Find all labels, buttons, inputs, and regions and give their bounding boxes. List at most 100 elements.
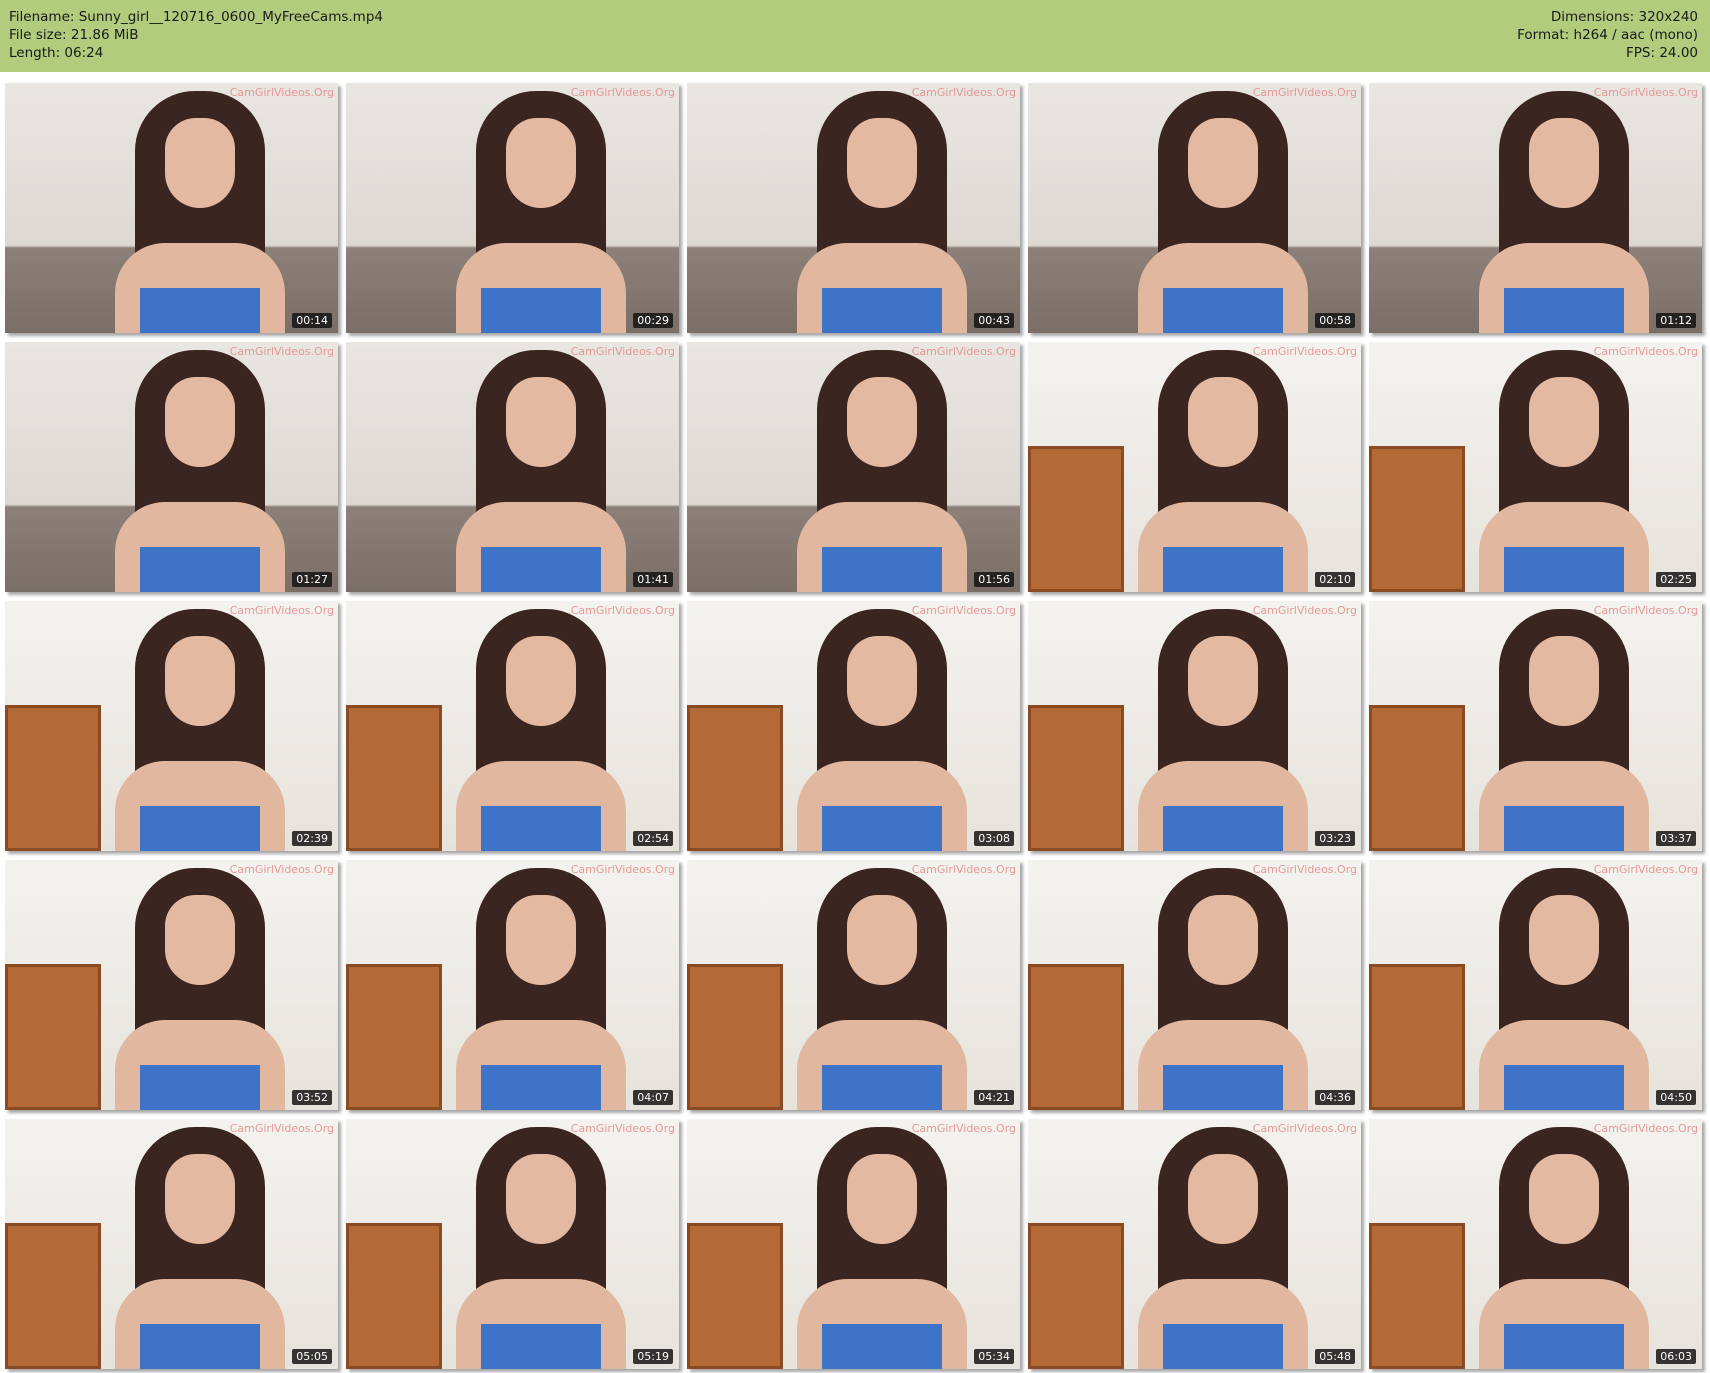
top-graphic — [822, 288, 942, 333]
timestamp-badge: 04:07 — [633, 1090, 673, 1105]
face-graphic — [1529, 377, 1599, 467]
face-graphic — [847, 377, 917, 467]
video-thumbnail[interactable]: CamGirlVideos.Org 02:10 — [1028, 342, 1361, 592]
face-graphic — [165, 118, 235, 208]
watermark: CamGirlVideos.Org — [570, 863, 675, 876]
watermark: CamGirlVideos.Org — [911, 86, 1016, 99]
video-thumbnail[interactable]: CamGirlVideos.Org 02:39 — [5, 601, 338, 851]
top-graphic — [1163, 288, 1283, 333]
face-graphic — [1188, 118, 1258, 208]
face-graphic — [506, 636, 576, 726]
video-thumbnail[interactable]: CamGirlVideos.Org 05:05 — [5, 1119, 338, 1369]
top-graphic — [1163, 806, 1283, 851]
video-thumbnail[interactable]: CamGirlVideos.Org 01:27 — [5, 342, 338, 592]
door-graphic — [1369, 446, 1465, 592]
face-graphic — [1529, 1154, 1599, 1244]
timestamp-badge: 04:21 — [974, 1090, 1014, 1105]
face-graphic — [1529, 118, 1599, 208]
top-graphic — [1163, 1324, 1283, 1369]
top-graphic — [481, 547, 601, 592]
watermark: CamGirlVideos.Org — [229, 1122, 334, 1135]
top-graphic — [1504, 806, 1624, 851]
file-info-left: Filename: Sunny_girl__120716_0600_MyFree… — [9, 8, 383, 62]
format: Format: h264 / aac (mono) — [1517, 27, 1698, 43]
video-thumbnail[interactable]: CamGirlVideos.Org 04:07 — [346, 860, 679, 1110]
timestamp-badge: 06:03 — [1656, 1349, 1696, 1364]
top-graphic — [1163, 547, 1283, 592]
door-graphic — [5, 1223, 101, 1369]
timestamp-badge: 02:54 — [633, 831, 673, 846]
timestamp-badge: 00:29 — [633, 313, 673, 328]
watermark: CamGirlVideos.Org — [911, 1122, 1016, 1135]
top-graphic — [140, 1065, 260, 1110]
timestamp-badge: 00:43 — [974, 313, 1014, 328]
door-graphic — [1369, 964, 1465, 1110]
watermark: CamGirlVideos.Org — [1252, 1122, 1357, 1135]
video-thumbnail[interactable]: CamGirlVideos.Org 04:36 — [1028, 860, 1361, 1110]
video-thumbnail[interactable]: CamGirlVideos.Org 02:54 — [346, 601, 679, 851]
video-thumbnail[interactable]: CamGirlVideos.Org 03:23 — [1028, 601, 1361, 851]
timestamp-badge: 02:10 — [1315, 572, 1355, 587]
video-thumbnail[interactable]: CamGirlVideos.Org 03:37 — [1369, 601, 1702, 851]
door-graphic — [346, 964, 442, 1110]
video-thumbnail[interactable]: CamGirlVideos.Org 04:21 — [687, 860, 1020, 1110]
door-graphic — [5, 964, 101, 1110]
video-thumbnail[interactable]: CamGirlVideos.Org 03:52 — [5, 860, 338, 1110]
video-thumbnail[interactable]: CamGirlVideos.Org 05:19 — [346, 1119, 679, 1369]
door-graphic — [687, 1223, 783, 1369]
top-graphic — [481, 1324, 601, 1369]
timestamp-badge: 01:12 — [1656, 313, 1696, 328]
video-thumbnail[interactable]: CamGirlVideos.Org 01:41 — [346, 342, 679, 592]
top-graphic — [140, 1324, 260, 1369]
top-graphic — [481, 1065, 601, 1110]
watermark: CamGirlVideos.Org — [1593, 345, 1698, 358]
door-graphic — [687, 964, 783, 1110]
dimensions: Dimensions: 320x240 — [1550, 9, 1698, 25]
watermark: CamGirlVideos.Org — [229, 86, 334, 99]
video-thumbnail[interactable]: CamGirlVideos.Org 02:25 — [1369, 342, 1702, 592]
video-thumbnail[interactable]: CamGirlVideos.Org 05:48 — [1028, 1119, 1361, 1369]
watermark: CamGirlVideos.Org — [229, 604, 334, 617]
face-graphic — [165, 377, 235, 467]
door-graphic — [687, 705, 783, 851]
watermark: CamGirlVideos.Org — [1252, 604, 1357, 617]
watermark: CamGirlVideos.Org — [229, 345, 334, 358]
timestamp-badge: 00:58 — [1315, 313, 1355, 328]
video-thumbnail[interactable]: CamGirlVideos.Org 01:12 — [1369, 83, 1702, 333]
video-thumbnail[interactable]: CamGirlVideos.Org 05:34 — [687, 1119, 1020, 1369]
video-thumbnail[interactable]: CamGirlVideos.Org 00:14 — [5, 83, 338, 333]
face-graphic — [165, 1154, 235, 1244]
video-thumbnail[interactable]: CamGirlVideos.Org 01:56 — [687, 342, 1020, 592]
face-graphic — [506, 377, 576, 467]
video-thumbnail[interactable]: CamGirlVideos.Org 00:58 — [1028, 83, 1361, 333]
video-thumbnail[interactable]: CamGirlVideos.Org 06:03 — [1369, 1119, 1702, 1369]
video-thumbnail[interactable]: CamGirlVideos.Org 03:08 — [687, 601, 1020, 851]
face-graphic — [1529, 636, 1599, 726]
timestamp-badge: 05:05 — [292, 1349, 332, 1364]
timestamp-badge: 00:14 — [292, 313, 332, 328]
video-thumbnail[interactable]: CamGirlVideos.Org 00:43 — [687, 83, 1020, 333]
door-graphic — [346, 705, 442, 851]
face-graphic — [847, 118, 917, 208]
top-graphic — [140, 547, 260, 592]
face-graphic — [1529, 895, 1599, 985]
length: Length: 06:24 — [9, 45, 104, 61]
face-graphic — [847, 895, 917, 985]
watermark: CamGirlVideos.Org — [229, 863, 334, 876]
top-graphic — [481, 288, 601, 333]
door-graphic — [1369, 1223, 1465, 1369]
face-graphic — [506, 895, 576, 985]
timestamp-badge: 02:39 — [292, 831, 332, 846]
top-graphic — [822, 1065, 942, 1110]
fps: FPS: 24.00 — [1626, 45, 1698, 61]
timestamp-badge: 05:48 — [1315, 1349, 1355, 1364]
video-thumbnail[interactable]: CamGirlVideos.Org 04:50 — [1369, 860, 1702, 1110]
top-graphic — [822, 1324, 942, 1369]
video-thumbnail[interactable]: CamGirlVideos.Org 00:29 — [346, 83, 679, 333]
watermark: CamGirlVideos.Org — [911, 345, 1016, 358]
watermark: CamGirlVideos.Org — [911, 604, 1016, 617]
face-graphic — [1188, 1154, 1258, 1244]
watermark: CamGirlVideos.Org — [570, 1122, 675, 1135]
timestamp-badge: 05:34 — [974, 1349, 1014, 1364]
watermark: CamGirlVideos.Org — [570, 604, 675, 617]
